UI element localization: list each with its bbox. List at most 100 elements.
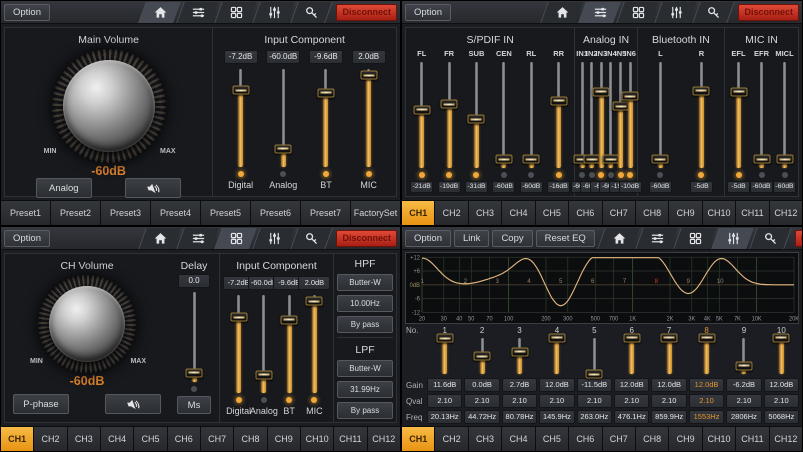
delay-unit-button[interactable]: Ms — [177, 396, 211, 414]
slider-handle[interactable] — [753, 155, 770, 164]
freq-value[interactable]: 2806Hz — [726, 410, 761, 424]
slider-handle[interactable] — [511, 347, 528, 356]
lpf-bypass-button[interactable]: By pass — [337, 402, 393, 419]
reset-eq-button[interactable]: Reset EQ — [536, 230, 595, 247]
option-button[interactable]: Option — [405, 4, 451, 21]
gain-slider[interactable] — [502, 336, 537, 376]
option-button[interactable]: Option — [4, 4, 50, 21]
channel-tab[interactable]: CH6 — [168, 427, 200, 451]
slider-handle[interactable] — [436, 334, 453, 343]
level-slider[interactable] — [468, 60, 484, 170]
channel-tab[interactable]: CH4 — [502, 427, 534, 451]
channel-tab[interactable]: CH1 — [1, 427, 33, 451]
channel-tab[interactable]: CH1 — [402, 201, 434, 225]
gain-value[interactable]: 12.0dB — [764, 378, 799, 392]
level-slider[interactable] — [441, 60, 457, 170]
channel-tab[interactable]: CH1 — [402, 427, 434, 451]
level-slider[interactable] — [693, 60, 709, 170]
level-slider[interactable] — [731, 60, 747, 170]
gain-value[interactable]: 12.0dB — [689, 378, 724, 392]
gain-slider[interactable] — [689, 336, 724, 376]
qval-value[interactable]: 2.10 — [764, 394, 799, 408]
channel-tab[interactable]: CH11 — [334, 427, 366, 451]
lpf-freq-button[interactable]: 31.99Hz — [337, 381, 393, 398]
slider-handle[interactable] — [360, 71, 377, 80]
qval-value[interactable]: 2.10 — [651, 394, 686, 408]
channel-tab[interactable]: CH10 — [301, 427, 333, 451]
qval-value[interactable]: 2.10 — [427, 394, 462, 408]
channel-tab[interactable]: CH9 — [268, 427, 300, 451]
gain-slider[interactable] — [427, 336, 462, 376]
tab-mixer[interactable] — [579, 2, 622, 23]
tab-mixer[interactable] — [177, 2, 220, 23]
gain-slider[interactable] — [464, 336, 499, 376]
channel-tab[interactable]: CH5 — [536, 427, 568, 451]
slider-handle[interactable] — [275, 144, 292, 153]
slider-handle[interactable] — [698, 333, 715, 342]
hpf-type-button[interactable]: Butter-W — [337, 274, 393, 291]
tab-home[interactable] — [139, 228, 182, 249]
tab-faders[interactable] — [253, 2, 296, 23]
channel-tab[interactable]: CH10 — [703, 427, 735, 451]
slider-handle[interactable] — [550, 96, 567, 105]
qval-value[interactable]: 2.10 — [502, 394, 537, 408]
channel-tab[interactable]: CH4 — [502, 201, 534, 225]
channel-tab[interactable]: CH12 — [770, 427, 802, 451]
option-button[interactable]: Option — [4, 230, 50, 247]
slider-handle[interactable] — [232, 86, 249, 95]
qval-value[interactable]: 2.10 — [577, 394, 612, 408]
gain-value[interactable]: 2.7dB — [502, 378, 537, 392]
slider-handle[interactable] — [586, 370, 603, 379]
slider-handle[interactable] — [441, 100, 458, 109]
channel-tab[interactable]: CH2 — [34, 427, 66, 451]
preset-tab[interactable]: Preset2 — [51, 201, 100, 225]
main-volume-knob[interactable]: MIN MAX — [52, 49, 166, 163]
slider-handle[interactable] — [652, 155, 669, 164]
slider-handle[interactable] — [495, 155, 512, 164]
disconnect-button[interactable]: Disconnect — [336, 230, 397, 247]
slider-handle[interactable] — [773, 333, 790, 342]
qval-value[interactable]: 2.10 — [464, 394, 499, 408]
freq-value[interactable]: 80.78Hz — [502, 410, 537, 424]
mute-button[interactable] — [125, 178, 181, 198]
slider-handle[interactable] — [230, 313, 247, 322]
analog-source-button[interactable]: Analog — [36, 178, 92, 198]
preset-tab[interactable]: Preset1 — [1, 201, 50, 225]
channel-tab[interactable]: CH9 — [669, 427, 701, 451]
channel-tab[interactable]: CH9 — [669, 201, 701, 225]
tab-grid[interactable] — [215, 228, 258, 249]
slider-handle[interactable] — [776, 155, 793, 164]
gain-slider[interactable] — [764, 336, 799, 376]
channel-tab[interactable]: CH6 — [569, 201, 601, 225]
slider-handle[interactable] — [186, 368, 203, 377]
slider-handle[interactable] — [255, 370, 272, 379]
level-slider[interactable] — [306, 293, 322, 395]
tab-key[interactable] — [693, 2, 736, 23]
delay-slider[interactable] — [186, 290, 202, 384]
tab-faders[interactable] — [655, 2, 698, 23]
lpf-type-button[interactable]: Butter-W — [337, 360, 393, 377]
channel-tab[interactable]: CH11 — [736, 201, 768, 225]
level-slider[interactable] — [361, 67, 377, 169]
level-slider[interactable] — [777, 60, 793, 170]
channel-tab[interactable]: CH5 — [134, 427, 166, 451]
channel-tab[interactable]: CH4 — [101, 427, 133, 451]
channel-tab[interactable]: CH7 — [603, 201, 635, 225]
tab-grid[interactable] — [673, 228, 716, 249]
freq-value[interactable]: 859.9Hz — [651, 410, 686, 424]
channel-tab[interactable]: CH7 — [603, 427, 635, 451]
mute-button[interactable] — [105, 394, 161, 414]
slider-handle[interactable] — [622, 92, 639, 101]
slider-handle[interactable] — [548, 333, 565, 342]
level-slider[interactable] — [414, 60, 430, 170]
level-slider[interactable] — [318, 67, 334, 169]
channel-tab[interactable]: CH7 — [201, 427, 233, 451]
level-slider[interactable] — [622, 60, 638, 170]
gain-slider[interactable] — [577, 336, 612, 376]
channel-tab[interactable]: CH2 — [435, 201, 467, 225]
gain-value[interactable]: -6.2dB — [726, 378, 761, 392]
preset-tab[interactable]: Preset5 — [201, 201, 250, 225]
gain-value[interactable]: 12.0dB — [614, 378, 649, 392]
level-slider[interactable] — [523, 60, 539, 170]
copy-button[interactable]: Copy — [492, 230, 532, 247]
